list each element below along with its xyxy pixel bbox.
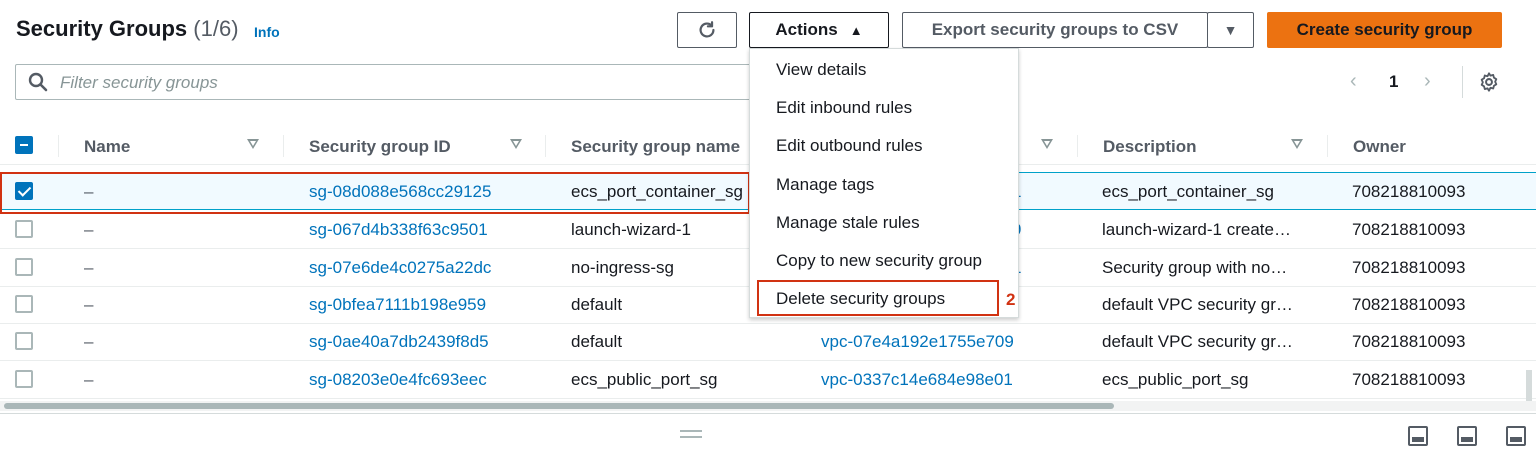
search-placeholder: Filter security groups [60,73,218,92]
menu-item-manage-tags[interactable]: Manage tags [776,175,874,195]
search-icon [28,72,48,92]
column-divider [58,135,59,157]
create-security-group-button[interactable]: Create security group [1267,12,1502,48]
actions-label: Actions [775,20,838,39]
gear-icon[interactable] [1478,71,1500,93]
export-dropdown-button[interactable]: ▼ [1207,12,1254,48]
sort-icon[interactable] [510,139,522,149]
refresh-button[interactable] [677,12,737,48]
row-checkbox[interactable] [15,370,33,388]
resize-handle-icon[interactable] [680,430,702,438]
export-label: Export security groups to CSV [931,20,1179,39]
cell-sg-name: ecs_public_port_sg [571,370,718,389]
cell-owner: 708218810093 [1352,182,1466,201]
cell-owner: 708218810093 [1352,295,1466,314]
cell-sg-id-link[interactable]: sg-07e6de4c0275a22dc [309,258,491,278]
menu-item-copy-to-new[interactable]: Copy to new security group [776,251,982,271]
page-title: Security Groups (1/6) [16,16,239,42]
cell-name: – [84,332,94,351]
cell-sg-id-link[interactable]: sg-0ae40a7db2439f8d5 [309,332,489,352]
menu-item-edit-inbound[interactable]: Edit inbound rules [776,98,912,118]
sort-icon[interactable] [1291,139,1303,149]
cell-description: ecs_public_port_sg [1102,370,1249,389]
row-checkbox[interactable] [15,220,33,238]
table-row[interactable]: – sg-0ae40a7db2439f8d5 default vpc-07e4a… [0,323,1536,361]
column-header-sg-name[interactable]: Security group name [571,137,740,157]
menu-item-view-details[interactable]: View details [776,60,866,80]
caret-up-icon: ▲ [849,22,863,38]
cell-sg-id-link[interactable]: sg-067d4b338f63c9501 [309,220,488,240]
actions-menu: View details Edit inbound rules Edit out… [749,48,1019,318]
refresh-icon [699,21,715,38]
column-header-name[interactable]: Name [84,137,130,157]
vertical-scrollbar[interactable] [1526,370,1532,405]
cell-owner: 708218810093 [1352,220,1466,239]
cell-name: – [84,258,94,277]
cell-sg-id-link[interactable]: sg-08203e0e4fc693eec [309,370,487,390]
info-link[interactable]: Info [254,24,280,40]
cell-description: default VPC security gr… [1102,295,1293,314]
column-divider [1327,135,1328,157]
cell-name: – [84,295,94,314]
column-divider [283,135,284,157]
caret-down-icon: ▼ [1223,22,1238,38]
panel-side-icon[interactable] [1457,426,1477,446]
selection-count: (1/6) [193,16,239,41]
menu-item-manage-stale-rules[interactable]: Manage stale rules [776,213,920,233]
horizontal-scrollbar[interactable] [0,401,1536,411]
cell-owner: 708218810093 [1352,370,1466,389]
create-label: Create security group [1296,20,1473,39]
search-input[interactable]: Filter security groups [15,64,755,100]
cell-sg-id-link[interactable]: sg-0bfea7111b198e959 [309,295,486,315]
panel-bottom-icon[interactable] [1408,426,1428,446]
row-checkbox[interactable] [15,258,33,276]
select-all-checkbox[interactable] [15,136,33,154]
column-header-sg-id[interactable]: Security group ID [309,137,451,157]
column-divider [1077,135,1078,157]
cell-description: ecs_port_container_sg [1102,182,1275,201]
prev-page-button[interactable]: ‹ [1350,70,1357,93]
cell-sg-name: default [571,332,623,351]
page-number[interactable]: 1 [1389,72,1398,92]
cell-vpc-link[interactable]: vpc-0337c14e684e98e01 [821,370,1013,390]
sort-icon[interactable] [1041,139,1053,149]
cell-vpc-link[interactable]: vpc-07e4a192e1755e709 [821,332,1014,352]
row-checkbox[interactable] [15,295,33,313]
table-row[interactable]: – sg-08203e0e4fc693eec ecs_public_port_s… [0,361,1536,399]
column-header-description[interactable]: Description [1103,137,1197,157]
annotation-box [0,172,750,214]
split-panel [0,413,1536,473]
divider [1462,66,1463,98]
cell-description: default VPC security gr… [1102,332,1293,351]
scrollbar-thumb[interactable] [4,403,1114,409]
actions-button[interactable]: Actions ▲ [749,12,889,48]
page-title-text: Security Groups [16,16,188,41]
annotation-box [757,280,999,316]
column-divider [545,135,546,157]
cell-owner: 708218810093 [1352,332,1466,351]
panel-hide-icon[interactable] [1506,426,1526,446]
export-csv-button[interactable]: Export security groups to CSV [902,12,1208,48]
cell-name: – [84,220,94,239]
menu-item-edit-outbound[interactable]: Edit outbound rules [776,136,923,156]
cell-owner: 708218810093 [1352,258,1466,277]
sort-icon[interactable] [247,139,259,149]
cell-description: launch-wizard-1 create… [1102,220,1291,239]
cell-sg-name: launch-wizard-1 [571,220,691,239]
cell-name: – [84,370,94,389]
next-page-button[interactable]: › [1424,70,1431,93]
annotation-label: 2 [1006,290,1016,309]
row-checkbox[interactable] [15,332,33,350]
cell-sg-name: default [571,295,623,314]
column-header-owner[interactable]: Owner [1353,137,1406,157]
cell-description: Security group with no… [1102,258,1288,277]
cell-sg-name: no-ingress-sg [571,258,674,277]
